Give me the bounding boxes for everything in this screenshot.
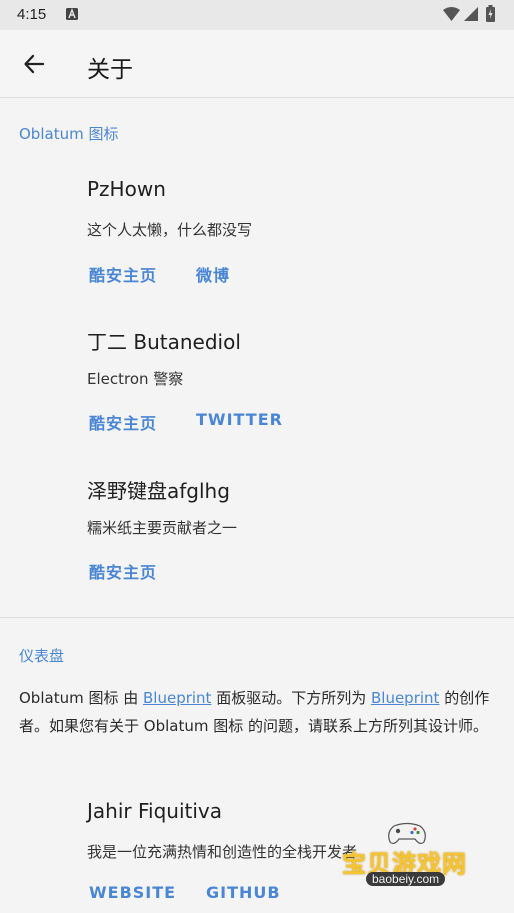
- person-name: 丁二 Butanediol: [87, 330, 241, 354]
- dashboard-text-part: 面板驱动。下方所列为: [211, 689, 371, 707]
- dashboard-text-part: Oblatum 图标 由: [19, 689, 143, 707]
- watermark-logo: 宝贝游戏网 baobeiy.com: [338, 818, 488, 898]
- coolapk-link-button[interactable]: 酷安主页: [89, 262, 157, 286]
- person-name: PzHown: [87, 177, 166, 201]
- website-link-button[interactable]: WEBSITE: [89, 883, 176, 902]
- weibo-link-button[interactable]: 微博: [196, 262, 230, 286]
- gamepad-icon: [388, 822, 426, 845]
- person-name: 泽野键盘afglhg: [87, 479, 230, 503]
- back-button[interactable]: [14, 44, 54, 84]
- wifi-icon: [443, 7, 460, 21]
- github-link-button[interactable]: GITHUB: [206, 883, 281, 902]
- status-bar: 4:15: [0, 0, 514, 30]
- twitter-link-button[interactable]: TWITTER: [196, 410, 283, 429]
- person-description: 这个人太懒，什么都没写: [87, 221, 253, 239]
- coolapk-link-button[interactable]: 酷安主页: [89, 410, 157, 434]
- watermark-url: baobeiy.com: [366, 872, 446, 886]
- person-description: 糯米纸主要贡献者之一: [87, 519, 238, 537]
- battery-charging-icon: [486, 5, 495, 22]
- status-time: 4:15: [17, 6, 47, 23]
- dashboard-description: Oblatum 图标 由 Blueprint 面板驱动。下方所列为 Bluepr…: [19, 684, 499, 740]
- page-title: 关于: [87, 57, 133, 83]
- signal-icon: [464, 7, 478, 21]
- coolapk-link-button[interactable]: 酷安主页: [89, 559, 157, 583]
- notification-a-icon: [66, 8, 78, 20]
- person-description: Electron 警察: [87, 370, 184, 388]
- app-bar: 关于: [0, 30, 514, 98]
- section-divider: [0, 617, 514, 618]
- blueprint-link[interactable]: Blueprint: [371, 689, 439, 707]
- person-description: 我是一位充满热情和创造性的全栈开发者: [87, 843, 358, 861]
- section-header-dashboard: 仪表盘: [19, 647, 65, 665]
- section-header-icons: Oblatum 图标: [19, 125, 119, 143]
- person-name: Jahir Fiquitiva: [87, 799, 222, 823]
- arrow-back-icon: [24, 54, 45, 74]
- blueprint-link[interactable]: Blueprint: [143, 689, 211, 707]
